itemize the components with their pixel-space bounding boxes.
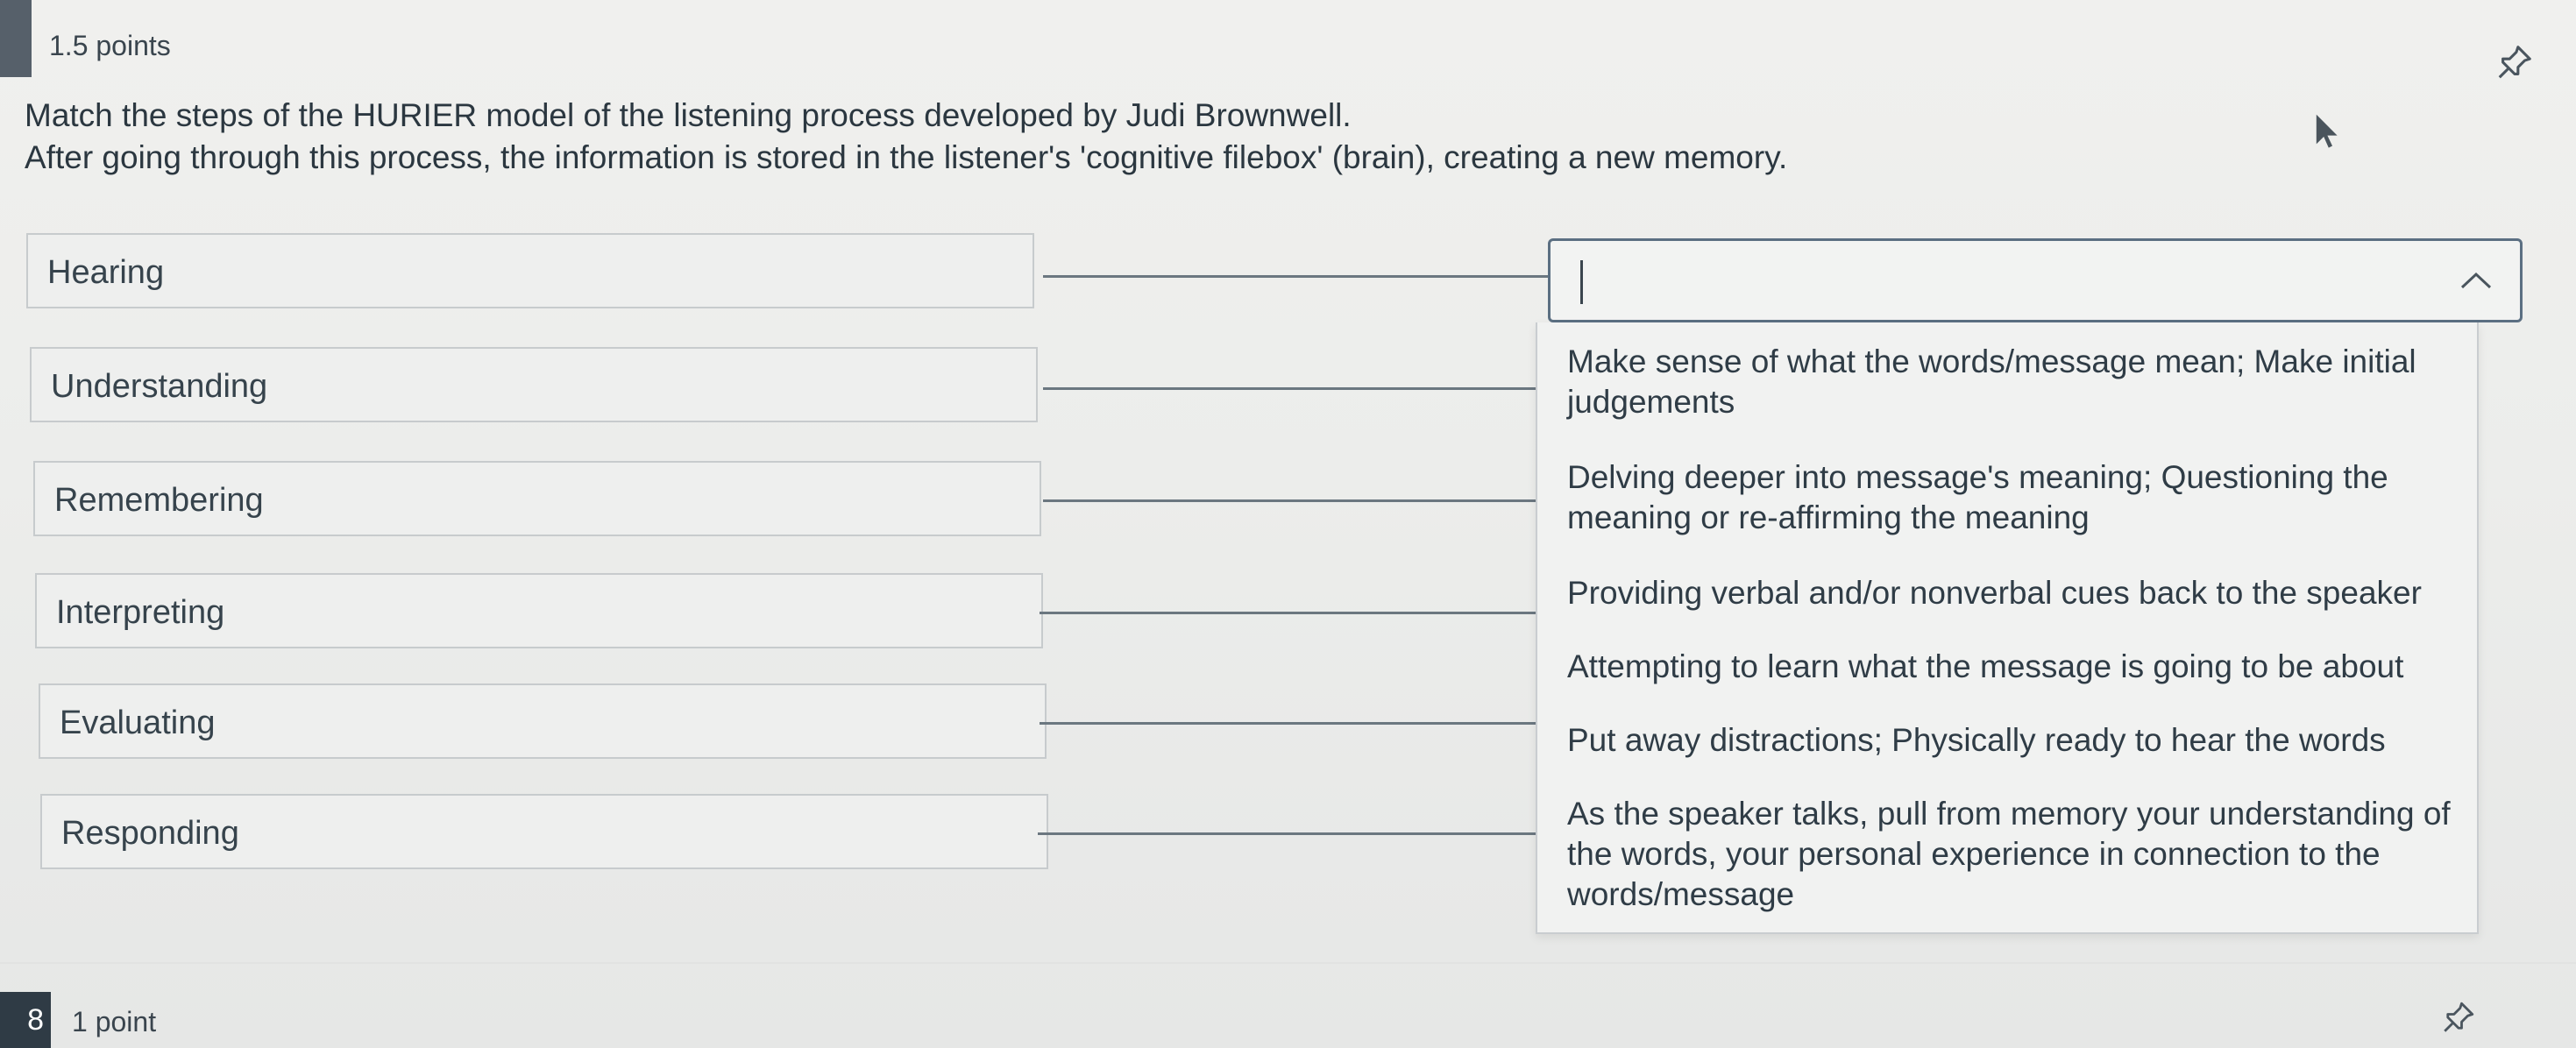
match-term-interpreting: Interpreting (35, 573, 1043, 648)
dropdown-option[interactable]: Attempting to learn what the message is … (1567, 647, 2452, 687)
prompt-line-2: After going through this process, the in… (25, 139, 1788, 175)
connector-line (1040, 612, 1539, 614)
dropdown-option[interactable]: Put away distractions; Physically ready … (1567, 720, 2452, 761)
connector-line (1043, 387, 1544, 390)
connector-line (1043, 275, 1548, 278)
pin-icon[interactable] (2440, 999, 2477, 1036)
pin-icon[interactable] (2494, 42, 2535, 82)
question-number-block (0, 0, 32, 77)
match-term-remembering: Remembering (33, 461, 1041, 536)
prompt-line-1: Match the steps of the HURIER model of t… (25, 97, 1352, 133)
match-term-understanding: Understanding (30, 347, 1038, 422)
connector-line (1043, 499, 1544, 502)
text-caret (1580, 260, 1583, 304)
next-question-number: 8 (0, 992, 51, 1048)
dropdown-option[interactable]: Make sense of what the words/message mea… (1567, 342, 2452, 422)
mouse-pointer-icon (2314, 112, 2338, 149)
question-points: 1.5 points (49, 30, 171, 61)
match-term-hearing: Hearing (26, 233, 1034, 308)
answer-select-hearing[interactable] (1548, 238, 2523, 322)
dropdown-option[interactable]: Delving deeper into message's meaning; Q… (1567, 457, 2452, 538)
connector-line (1040, 722, 1537, 725)
answer-dropdown-list: Make sense of what the words/message mea… (1536, 322, 2479, 934)
chevron-up-icon[interactable] (2459, 267, 2494, 294)
connector-line (1038, 832, 1536, 835)
dropdown-option[interactable]: Providing verbal and/or nonverbal cues b… (1567, 573, 2452, 613)
match-term-evaluating: Evaluating (39, 683, 1047, 759)
match-term-responding: Responding (40, 794, 1048, 869)
dropdown-option[interactable]: As the speaker talks, pull from memory y… (1567, 794, 2452, 915)
question-divider (0, 962, 2576, 964)
question-prompt: Match the steps of the HURIER model of t… (25, 95, 1787, 179)
next-question-points: 1 point (72, 1006, 157, 1037)
